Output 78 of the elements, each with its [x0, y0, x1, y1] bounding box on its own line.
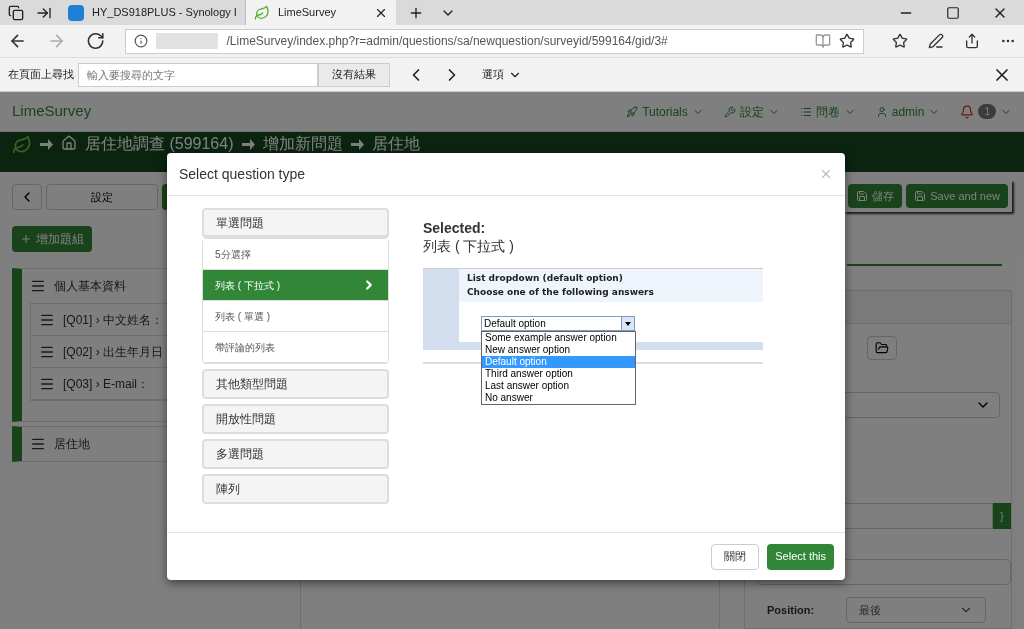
dropdown-option[interactable]: Default option	[482, 356, 635, 368]
nav-menu[interactable]: 問卷	[799, 102, 856, 121]
input-addon: }	[993, 503, 1011, 529]
rocket-icon	[626, 105, 639, 118]
find-label: 在頁面上尋找	[8, 67, 75, 83]
settings-tab[interactable]: 設定	[46, 184, 158, 210]
position-select[interactable]: 最後	[846, 597, 987, 623]
user-icon	[875, 105, 888, 118]
dialog-title: Select question type	[179, 164, 307, 184]
menu-icon	[30, 436, 46, 452]
url-text: /LimeSurvey/index.php?r=admin/questions/sa/newquestion/surveyid/599164/gid/3#	[226, 33, 669, 50]
preview-title: List dropdown (default option)	[467, 272, 624, 285]
find-field[interactable]: 輸入要搜尋的文字	[78, 62, 318, 87]
plus-icon	[20, 233, 32, 245]
collapse-button[interactable]	[12, 184, 42, 210]
breadcrumb-link[interactable]: 居住地	[371, 135, 420, 153]
arrow-icon	[241, 139, 255, 150]
arrow-icon	[40, 139, 53, 150]
group-name[interactable]: 居住地	[54, 435, 90, 453]
app-icon	[68, 4, 84, 21]
category-header[interactable]: 開放性問題	[202, 404, 389, 434]
breadcrumb-link[interactable]: 增加新問題	[262, 135, 343, 153]
folder-icon	[875, 341, 889, 355]
find-result: 沒有結果	[318, 62, 390, 87]
arrow-icon	[350, 139, 364, 150]
reading-view-icon[interactable]	[815, 33, 831, 49]
category-header[interactable]: 陣列	[202, 474, 389, 504]
question-type-item[interactable]: 列表 ( 下拉式 )	[203, 270, 388, 301]
dropdown-option[interactable]: Some example answer option	[482, 332, 635, 344]
save-icon	[856, 190, 869, 202]
folder-button[interactable]	[867, 336, 897, 360]
answer-select[interactable]: Default option	[481, 316, 635, 331]
question-type-item[interactable]: 5分選擇	[203, 239, 388, 270]
select-button[interactable]: Select this	[767, 543, 834, 570]
browser-tab[interactable]: LimeSurvey	[245, 0, 396, 25]
dropdown-option[interactable]: No answer	[482, 392, 635, 404]
address-field[interactable]: /LimeSurvey/index.php?r=admin/questions/sa/newquestion/surveyid/599164/gid/3#	[125, 28, 864, 54]
close-button[interactable]: 關閉	[711, 543, 760, 570]
question-title[interactable]: [Q02] › 出生年月日	[63, 342, 163, 361]
position-label: Position:	[767, 602, 815, 618]
options-menu[interactable]: 選項	[482, 66, 522, 83]
category-header[interactable]: 多選問題	[202, 439, 389, 469]
group-name[interactable]: 個人基本資料	[54, 277, 126, 295]
save-button[interactable]: 儲存	[848, 184, 903, 208]
category-header[interactable]: 單選問題	[202, 208, 389, 238]
wrench-icon	[723, 105, 736, 118]
share-icon[interactable]	[964, 33, 980, 49]
leaf-icon	[253, 4, 270, 21]
bell-icon[interactable]	[960, 104, 975, 119]
selected-type: 列表 ( 下拉式 )	[423, 237, 515, 256]
dropdown-option[interactable]: Third answer option	[482, 368, 635, 380]
breadcrumb-link[interactable]: 居住地調查 (599164)	[85, 135, 234, 153]
question-title[interactable]: [Q03] › E-mail：	[63, 374, 149, 393]
favorite-icon[interactable]	[839, 33, 855, 49]
info-icon	[134, 34, 149, 48]
category-header[interactable]: 其他類型問題	[202, 369, 389, 399]
save-icon	[914, 190, 927, 202]
leaf-icon	[12, 135, 32, 155]
brand-name[interactable]: LimeSurvey	[12, 100, 92, 123]
preview-subtitle: Choose one of the following answers	[467, 285, 655, 299]
selected-heading: Selected:	[423, 220, 487, 236]
nav-menu[interactable]: admin	[875, 102, 941, 121]
nav-menu[interactable]: Tutorials	[626, 102, 704, 121]
pen-icon[interactable]	[928, 33, 944, 49]
nav-menu[interactable]: 設定	[723, 102, 780, 121]
notification-count: 1	[978, 104, 996, 119]
menu-icon	[30, 278, 46, 294]
dropdown-option[interactable]: New answer option	[482, 344, 635, 356]
list-icon	[799, 105, 812, 118]
favorites-icon[interactable]	[892, 33, 908, 49]
dropdown-option[interactable]: Last answer option	[482, 380, 635, 392]
save-button[interactable]: Save and new	[906, 184, 1008, 208]
add-group-button[interactable]: 增加題組	[12, 226, 92, 252]
question-title[interactable]: [Q01] › 中文姓名：	[63, 310, 163, 329]
home-icon	[61, 135, 77, 151]
reload-icon[interactable]	[86, 31, 106, 51]
maximize-icon[interactable]	[946, 5, 960, 20]
tabs-icon[interactable]	[8, 4, 24, 21]
